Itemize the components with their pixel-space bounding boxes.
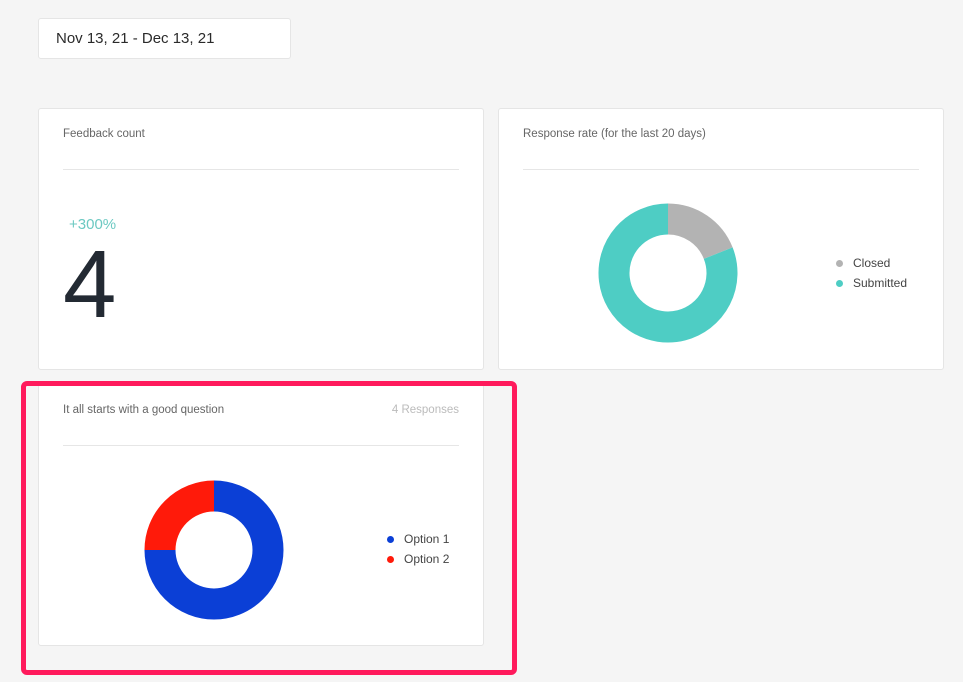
response-rate-legend: Closed Submitted bbox=[836, 253, 907, 293]
legend-label: Closed bbox=[853, 256, 891, 270]
card-divider bbox=[523, 169, 919, 170]
legend-item-option-1[interactable]: Option 1 bbox=[387, 529, 449, 549]
question-legend: Option 1 Option 2 bbox=[387, 529, 449, 569]
responses-count: 4 Responses bbox=[391, 404, 459, 416]
legend-dot-icon bbox=[836, 259, 843, 267]
response-rate-donut-chart bbox=[598, 203, 738, 343]
legend-label: Option 2 bbox=[404, 552, 450, 566]
legend-item-option-2[interactable]: Option 2 bbox=[387, 549, 449, 569]
card-title: It all starts with a good question bbox=[63, 404, 225, 416]
legend-item-submitted[interactable]: Submitted bbox=[836, 273, 907, 293]
donut-slice-option-2[interactable] bbox=[144, 480, 215, 551]
legend-dot-icon bbox=[387, 535, 394, 543]
feedback-count-value: 4 bbox=[63, 231, 117, 338]
card-title: Feedback count bbox=[63, 128, 145, 140]
response-rate-card: Response rate (for the last 20 days) Clo… bbox=[498, 108, 944, 370]
card-divider bbox=[63, 169, 459, 170]
card-divider bbox=[63, 445, 459, 446]
question-card: It all starts with a good question 4 Res… bbox=[38, 384, 484, 646]
card-title: Response rate (for the last 20 days) bbox=[523, 128, 706, 140]
legend-label: Option 1 bbox=[404, 532, 450, 546]
legend-item-closed[interactable]: Closed bbox=[836, 253, 907, 273]
legend-dot-icon bbox=[836, 279, 843, 287]
feedback-count-card: Feedback count +300% 4 bbox=[38, 108, 484, 370]
question-donut-chart bbox=[144, 480, 284, 620]
donut-slice-closed[interactable] bbox=[667, 203, 733, 260]
date-range-label: Nov 13, 21 - Dec 13, 21 bbox=[56, 30, 215, 47]
legend-label: Submitted bbox=[853, 276, 908, 290]
date-range-picker[interactable]: Nov 13, 21 - Dec 13, 21 bbox=[38, 18, 291, 59]
legend-dot-icon bbox=[387, 555, 394, 563]
